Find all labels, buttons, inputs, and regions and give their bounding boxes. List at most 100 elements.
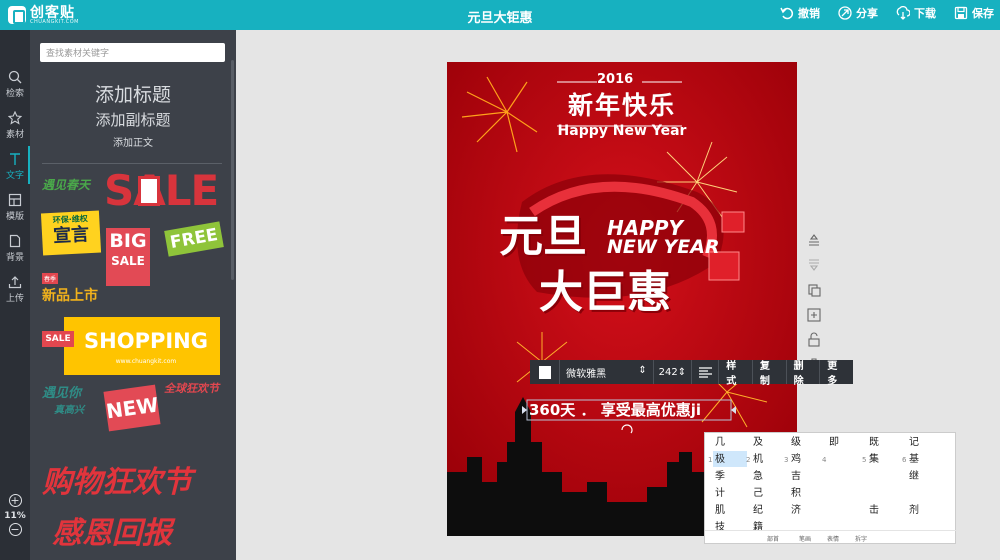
sticker-shopping[interactable]: SALE SHOPPING www.chuangkit.com [42, 317, 220, 375]
sticker-shopping-carnival[interactable]: 购物狂欢节 [42, 460, 222, 506]
rail-item-assets[interactable]: 素材 [0, 105, 30, 143]
selected-text-element[interactable]: 360天 ． 享受最高优惠ji [529, 400, 729, 420]
ime-candidate[interactable]: 记 [909, 434, 919, 451]
style-button[interactable]: 样式 [719, 357, 752, 387]
ime-candidate[interactable]: 肌 [715, 502, 725, 519]
sticker-meet-you[interactable]: 遇见你 真高兴 [42, 382, 100, 422]
text-icon [10, 153, 20, 165]
save-label: 保存 [972, 7, 994, 20]
size-select-arrow-icon: ⇕ [677, 366, 687, 378]
sticker-declaration[interactable]: 环保·维权 宣言 [40, 210, 102, 256]
zoom-level: 11% [4, 511, 26, 521]
ime-candidate[interactable]: 鸡 [791, 451, 801, 468]
download-button[interactable]: 下载 [896, 5, 936, 21]
sticker-shopping-url: www.chuangkit.com [115, 358, 177, 365]
ime-candidate[interactable]: 级 [791, 434, 801, 451]
ime-footer-radical[interactable]: 部首 [767, 534, 779, 543]
ime-footer-emoji[interactable]: 表情 [827, 534, 839, 543]
copy-layer-icon[interactable] [806, 282, 822, 298]
sticker-big-text: BIG [109, 230, 147, 252]
rail-label-upload: 上传 [5, 294, 24, 304]
poster-year: 2016 [597, 72, 634, 87]
sticker-big-sale[interactable]: BIG SALE [106, 228, 150, 286]
ime-candidate[interactable]: 季 [715, 468, 725, 485]
text-panel: 添加标题 添加副标题 添加正文 遇见春天 SALE 环保·维权 宣言 BIG S… [30, 30, 236, 560]
sticker-shopping-sale: SALE [42, 331, 74, 347]
sticker-shopping-text: SHOPPING [84, 329, 208, 353]
rail-item-text[interactable]: 文字 [0, 146, 30, 184]
ime-candidate[interactable]: 急 [753, 468, 763, 485]
ime-candidate-number: 5 [862, 456, 867, 464]
zoom-in-button[interactable]: + [8, 494, 22, 507]
ime-footer-strokes[interactable]: 笔画 [799, 534, 811, 543]
ime-candidate[interactable]: 击 [869, 502, 879, 519]
ime-candidate[interactable]: 积 [791, 485, 801, 502]
tool-rail: 检索 素材 文字 模版 背景 上传 + 11% − [0, 30, 30, 560]
font-size-select[interactable]: 242 ⇕ [654, 367, 691, 378]
ime-candidate[interactable]: 基 [909, 451, 919, 468]
sticker-new-product-tag: 春季 [42, 273, 59, 284]
save-icon [954, 6, 968, 20]
add-title-button[interactable]: 添加标题 [30, 80, 236, 107]
poster-happy-new-year: Happy New Year [557, 123, 687, 139]
rail-item-background[interactable]: 背景 [0, 228, 30, 266]
rail-item-template[interactable]: 模版 [0, 187, 30, 225]
send-backward-icon[interactable] [806, 257, 822, 273]
bring-forward-icon[interactable] [806, 232, 822, 248]
sticker-spring[interactable]: 遇见春天 [42, 176, 102, 204]
sticker-sale[interactable]: SALE [104, 168, 224, 216]
ime-candidate-number: 4 [822, 456, 827, 464]
logo-name: 创客贴 [30, 4, 75, 21]
sticker-meet-you-text: 遇见你 [42, 386, 82, 401]
share-button[interactable]: 分享 [838, 5, 878, 21]
copy-button[interactable]: 复制 [753, 357, 786, 387]
material-search-input[interactable] [40, 43, 225, 62]
sticker-new[interactable]: NEW [103, 384, 161, 432]
ime-candidate[interactable]: 己 [753, 485, 763, 502]
add-body-button[interactable]: 添加正文 [30, 134, 236, 149]
rail-label-template: 模版 [5, 212, 24, 222]
save-button[interactable]: 保存 [954, 5, 994, 21]
group-icon[interactable] [806, 307, 822, 323]
font-family-select[interactable]: 微软雅黑 ⇕ [560, 365, 653, 380]
star-icon [8, 111, 22, 125]
sticker-thanks-feedback[interactable]: 感恩回报 [52, 512, 222, 556]
rail-item-search[interactable]: 检索 [0, 64, 30, 102]
sticker-new-product[interactable]: 春季 新品上市 [42, 266, 102, 304]
template-icon [8, 193, 22, 207]
align-left-icon [698, 366, 712, 378]
text-color-swatch[interactable] [539, 365, 552, 379]
ime-candidate[interactable]: 纪 [753, 502, 763, 519]
sticker-global-carnival[interactable]: 全球狂欢节 [164, 380, 228, 416]
ime-candidate[interactable]: 机 [753, 451, 763, 468]
ime-candidate[interactable]: 济 [791, 502, 801, 519]
poster-new-year: NEW YEAR [607, 236, 720, 258]
add-subtitle-button[interactable]: 添加副标题 [30, 109, 236, 130]
lock-icon[interactable] [806, 332, 822, 348]
delete-button[interactable]: 删除 [787, 357, 820, 387]
ime-candidate[interactable]: 剂 [909, 502, 919, 519]
ime-candidate[interactable]: 既 [869, 434, 879, 451]
ime-row: 计己积 [705, 485, 957, 502]
sticker-free[interactable]: FREE [164, 221, 224, 257]
ime-candidate[interactable]: 集 [869, 451, 879, 468]
top-actions: 撤销 分享 下载 保存 [780, 5, 994, 21]
ime-candidate[interactable]: 几 [715, 434, 725, 451]
zoom-control: + 11% − [0, 494, 30, 536]
align-button[interactable] [692, 366, 718, 378]
ime-candidate[interactable]: 极 [715, 451, 725, 468]
rail-item-upload[interactable]: 上传 [0, 269, 30, 307]
zoom-out-button[interactable]: − [8, 523, 22, 536]
ime-candidate[interactable]: 即 [829, 434, 839, 451]
ime-candidate[interactable]: 及 [753, 434, 763, 451]
ime-footer-split[interactable]: 拆字 [855, 534, 867, 543]
ime-candidate[interactable]: 继 [909, 468, 919, 485]
more-button[interactable]: 更多 [820, 357, 853, 387]
logo[interactable]: 创客贴 CHUANGKIT.COM [8, 4, 79, 26]
ime-candidate-number: 3 [784, 456, 789, 464]
undo-button[interactable]: 撤销 [780, 5, 820, 21]
top-bar: 创客贴 CHUANGKIT.COM 元旦大钜惠 撤销 分享 下载 保存 [0, 0, 1000, 30]
ime-candidate[interactable]: 计 [715, 485, 725, 502]
sticker-happy-text: 真高兴 [54, 405, 84, 416]
ime-candidate[interactable]: 吉 [791, 468, 801, 485]
